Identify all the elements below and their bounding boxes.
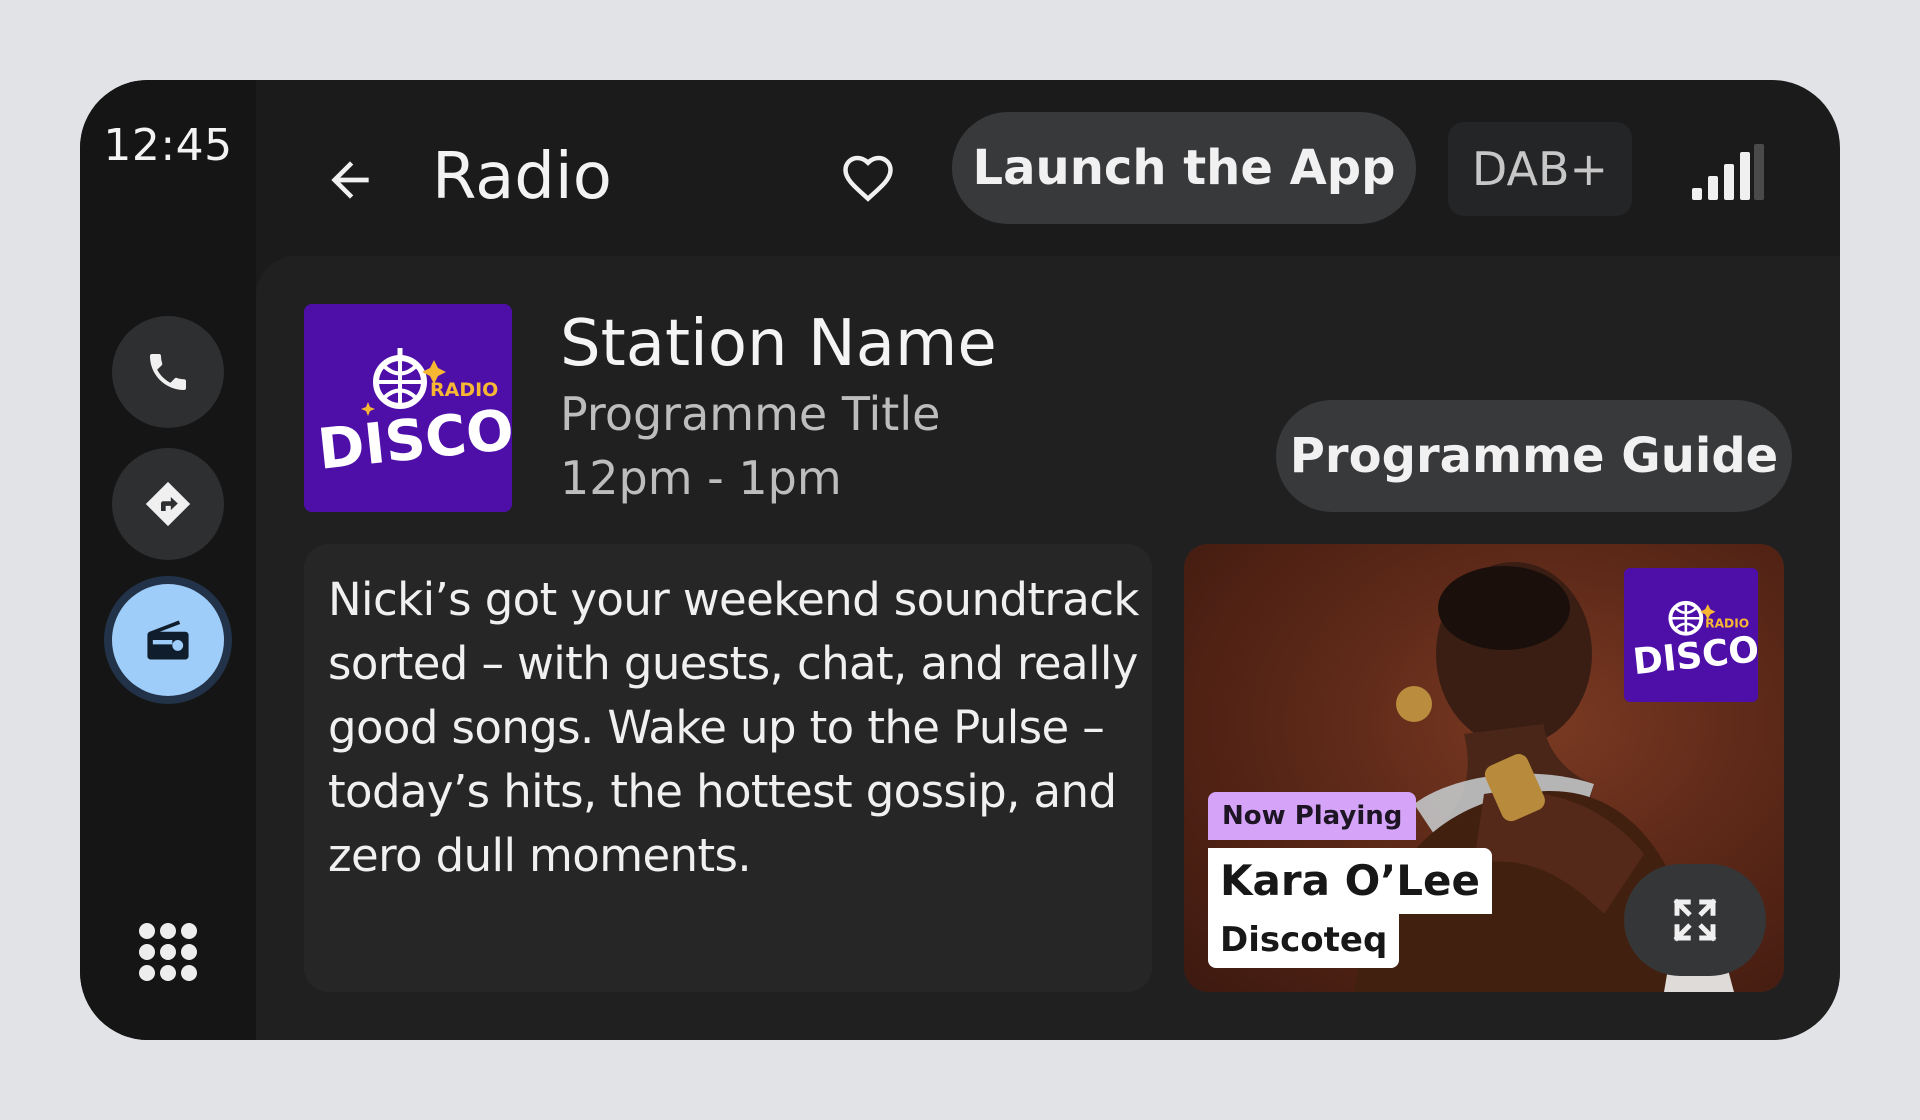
source-badge[interactable]: DAB+ bbox=[1448, 122, 1632, 216]
launch-app-button[interactable]: Launch the App bbox=[952, 112, 1416, 224]
programme-time: 12pm - 1pm bbox=[560, 451, 842, 505]
artist-name: Kara O’Lee bbox=[1208, 848, 1492, 914]
programme-description-card: Nicki’s got your weekend soundtrack sort… bbox=[304, 544, 1152, 992]
svg-text:DISCO: DISCO bbox=[1631, 628, 1758, 683]
svg-text:RADIO: RADIO bbox=[430, 379, 498, 401]
now-playing-artwork[interactable]: RADIO DISCO Now Playing Kara O’Lee Disco… bbox=[1184, 544, 1784, 992]
now-playing-station-logo: RADIO DISCO bbox=[1624, 568, 1758, 702]
back-button[interactable] bbox=[310, 140, 390, 220]
fullscreen-button[interactable] bbox=[1624, 864, 1766, 976]
rail-item-navigation[interactable] bbox=[112, 448, 224, 560]
rail-item-radio[interactable] bbox=[112, 584, 224, 696]
station-name: Station Name bbox=[560, 307, 997, 381]
radio-icon bbox=[147, 620, 189, 660]
track-title: Discoteq bbox=[1208, 912, 1400, 968]
fullscreen-icon bbox=[1673, 898, 1717, 942]
svg-text:RADIO: RADIO bbox=[1705, 616, 1749, 630]
programme-guide-button[interactable]: Programme Guide bbox=[1276, 400, 1792, 512]
station-logo: RADIO DISCO bbox=[304, 304, 512, 512]
apps-grid-icon[interactable] bbox=[138, 922, 198, 982]
programme-description: Nicki’s got your weekend soundtrack sort… bbox=[328, 573, 1139, 882]
programme-title: Programme Title bbox=[560, 387, 941, 441]
directions-icon bbox=[145, 481, 191, 527]
head-unit-screen: 12:45 Radio Launch the App DAB+ RADIO DI… bbox=[80, 80, 1840, 1040]
page-title: Radio bbox=[432, 140, 612, 214]
nav-rail: 12:45 bbox=[80, 80, 256, 1040]
signal-strength-icon bbox=[1692, 144, 1764, 200]
favorite-button[interactable] bbox=[828, 138, 908, 218]
now-playing-badge: Now Playing bbox=[1208, 792, 1417, 840]
svg-text:DISCO: DISCO bbox=[315, 398, 512, 483]
arrow-back-icon bbox=[331, 161, 369, 199]
rail-item-phone[interactable] bbox=[112, 316, 224, 428]
heart-outline-icon bbox=[843, 155, 893, 202]
status-clock: 12:45 bbox=[103, 120, 233, 171]
phone-icon bbox=[150, 354, 186, 390]
